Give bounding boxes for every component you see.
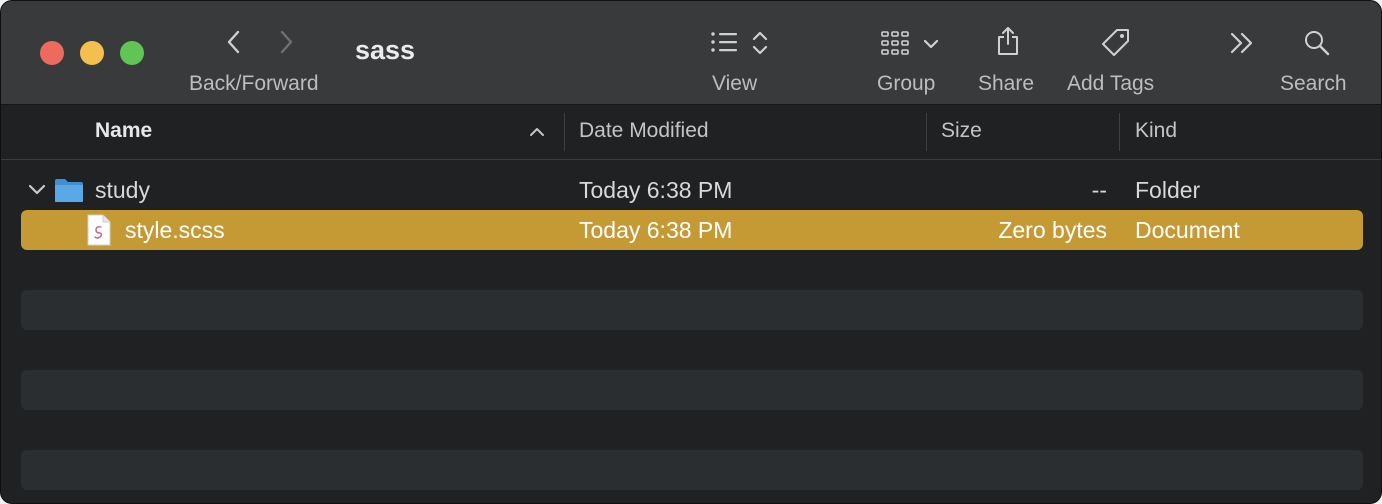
group-button[interactable] <box>880 30 912 61</box>
empty-row-stripe <box>21 290 1363 330</box>
chevron-left-icon <box>227 30 240 54</box>
chevron-right-icon <box>280 30 293 54</box>
row-name: study <box>95 177 150 203</box>
column-divider[interactable] <box>926 113 927 151</box>
magnifier-icon <box>1305 31 1330 56</box>
finder-window: Back/Forward sass View Group Share Add T… <box>0 0 1382 504</box>
forward-button[interactable] <box>275 29 297 60</box>
column-divider[interactable] <box>1119 113 1120 151</box>
sort-ascending-indicator[interactable] <box>528 125 546 144</box>
more-toolbar-items-button[interactable] <box>1228 30 1256 61</box>
document-icon <box>87 214 111 251</box>
double-chevron-right-icon <box>1230 32 1253 54</box>
add-tags-label: Add Tags <box>1067 72 1155 95</box>
minimize-button[interactable] <box>80 41 104 65</box>
row-date: Today 6:38 PM <box>579 177 733 203</box>
column-kind[interactable]: Kind <box>1135 119 1177 143</box>
column-name[interactable]: Name <box>95 119 152 143</box>
row-size: Zero bytes <box>998 217 1107 243</box>
back-button[interactable] <box>223 29 245 60</box>
view-label: View <box>712 72 758 95</box>
toolbar: Back/Forward sass View Group Share Add T… <box>1 1 1381 105</box>
list-view-icon <box>711 32 737 52</box>
column-divider[interactable] <box>564 113 565 151</box>
empty-row-stripe <box>21 370 1363 410</box>
row-kind: Document <box>1135 217 1240 243</box>
disclosure-toggle[interactable] <box>28 183 46 202</box>
group-label: Group <box>877 72 936 95</box>
back-forward-label: Back/Forward <box>189 72 319 95</box>
folder-icon <box>54 177 84 208</box>
tag-icon <box>1102 29 1129 56</box>
add-tags-button[interactable] <box>1100 27 1132 64</box>
empty-row-stripe <box>21 450 1363 490</box>
row-size: -- <box>1091 177 1107 203</box>
column-size[interactable]: Size <box>941 119 982 143</box>
row-kind: Folder <box>1135 177 1201 203</box>
search-label: Search <box>1280 72 1347 95</box>
share-icon <box>998 27 1018 55</box>
window-title: sass <box>355 35 416 65</box>
close-button[interactable] <box>40 41 64 65</box>
grid-group-icon <box>881 31 909 55</box>
row-name: style.scss <box>125 217 225 243</box>
updown-chevron-icon <box>752 31 768 55</box>
share-label: Share <box>978 72 1035 95</box>
view-button[interactable] <box>709 30 741 59</box>
list-row-folder[interactable]: study Today 6:38 PM -- Folder <box>21 170 1363 210</box>
disclosure-chevron-down-icon <box>28 184 46 195</box>
zoom-button[interactable] <box>120 41 144 65</box>
chevron-down-icon <box>923 39 939 49</box>
list-row-file-selected[interactable]: style.scss Today 6:38 PM Zero bytes Docu… <box>21 210 1363 250</box>
column-date-modified[interactable]: Date Modified <box>579 119 709 143</box>
row-date: Today 6:38 PM <box>579 217 733 243</box>
share-button[interactable] <box>995 25 1021 62</box>
column-header: Name Date Modified Size Kind <box>1 105 1381 160</box>
search-button[interactable] <box>1303 29 1331 62</box>
chevron-up-icon <box>530 128 544 136</box>
view-options-toggle[interactable] <box>751 29 769 62</box>
group-menu-toggle[interactable] <box>922 37 940 56</box>
